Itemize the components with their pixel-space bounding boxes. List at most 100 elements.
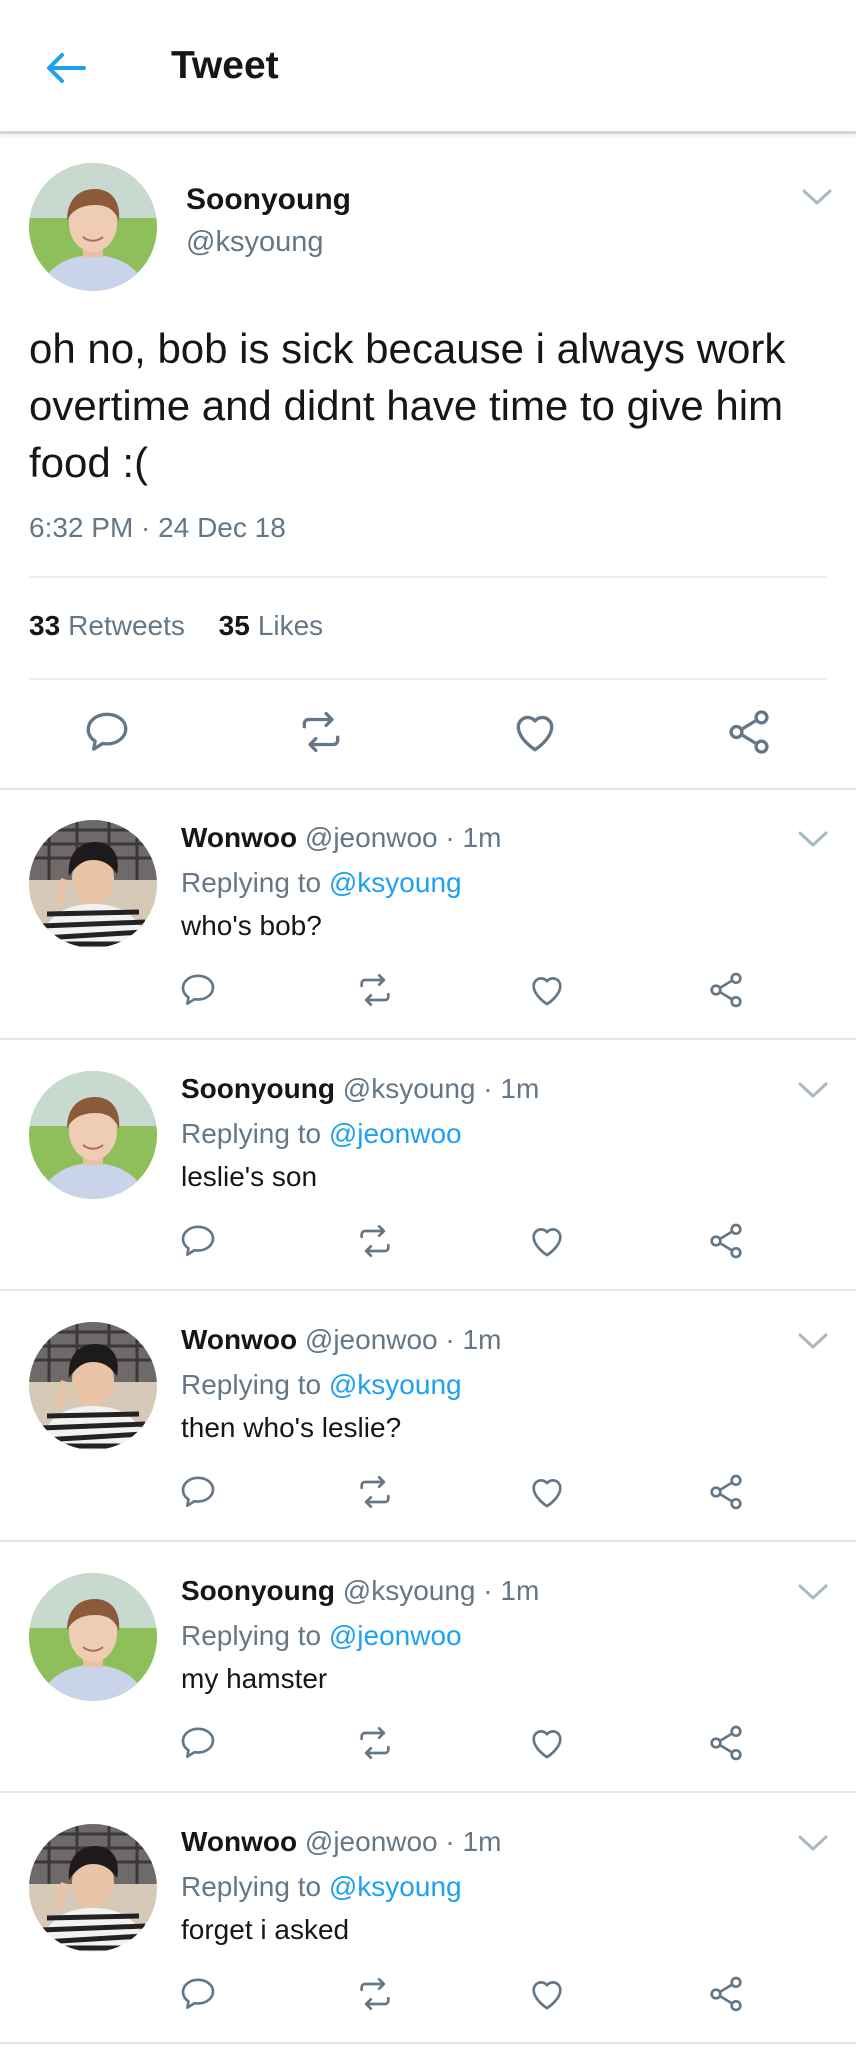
- mention-link[interactable]: @jeonwoo: [329, 1118, 462, 1149]
- mention-link[interactable]: @jeonwoo: [329, 1620, 462, 1651]
- share-icon[interactable]: [706, 1472, 746, 1512]
- reply-header: Wonwoo @jeonwoo · 1m: [181, 1324, 501, 1356]
- author-name[interactable]: Soonyoung: [181, 1575, 335, 1606]
- share-icon[interactable]: [706, 970, 746, 1010]
- reply-icon[interactable]: [178, 970, 218, 1010]
- author-handle[interactable]: @ksyoung: [186, 226, 323, 259]
- reply-header: Wonwoo @jeonwoo · 1m: [181, 1826, 501, 1858]
- divider: [29, 576, 827, 578]
- retweets-count: 33: [29, 610, 61, 641]
- author-name[interactable]: Wonwoo: [181, 1324, 297, 1355]
- author-name[interactable]: Wonwoo: [181, 822, 297, 853]
- avatar[interactable]: [29, 1322, 157, 1450]
- reply-tweet[interactable]: Wonwoo @jeonwoo · 1m Replying to @ksyoun…: [0, 1292, 856, 1542]
- reply-time: 1m: [462, 822, 502, 853]
- separator-dot: ·: [483, 1073, 493, 1104]
- like-icon[interactable]: [510, 707, 560, 757]
- replying-to: Replying to @ksyoung: [181, 867, 462, 899]
- reply-text: my hamster: [181, 1663, 328, 1694]
- share-icon[interactable]: [706, 1221, 746, 1261]
- replying-to: Replying to @ksyoung: [181, 1871, 462, 1903]
- retweet-icon[interactable]: [355, 970, 395, 1010]
- author-name[interactable]: Soonyoung: [181, 1073, 335, 1104]
- replying-to-label: Replying to: [181, 1118, 322, 1149]
- tweet-text: oh no, bob is sick because i always work…: [29, 325, 786, 486]
- retweet-icon[interactable]: [355, 1723, 395, 1763]
- like-icon[interactable]: [527, 970, 567, 1010]
- separator-dot: ·: [445, 822, 455, 853]
- like-icon[interactable]: [527, 1472, 567, 1512]
- chevron-down-icon[interactable]: [796, 1330, 830, 1352]
- like-icon[interactable]: [527, 1723, 567, 1763]
- author-handle[interactable]: @jeonwoo: [305, 1826, 438, 1857]
- reply-tweet[interactable]: Wonwoo @jeonwoo · 1m Replying to @ksyoun…: [0, 1794, 856, 2044]
- author-name[interactable]: Wonwoo: [181, 1826, 297, 1857]
- reply-time: 1m: [462, 1324, 502, 1355]
- divider: [29, 678, 827, 680]
- tweet-timestamp: 6:32 PM · 24 Dec 18: [29, 512, 286, 543]
- avatar[interactable]: [29, 1824, 157, 1952]
- avatar[interactable]: [29, 163, 157, 291]
- reply-icon[interactable]: [178, 1974, 218, 2014]
- mention-link[interactable]: @ksyoung: [329, 1369, 462, 1400]
- reply-time: 1m: [500, 1575, 540, 1606]
- avatar[interactable]: [29, 820, 157, 948]
- reply-tweet[interactable]: Soonyoung @ksyoung · 1m Replying to @jeo…: [0, 1543, 856, 1793]
- likes-label: Likes: [257, 610, 324, 641]
- share-icon[interactable]: [724, 707, 774, 757]
- reply-icon[interactable]: [178, 1221, 218, 1261]
- reply-header: Wonwoo @jeonwoo · 1m: [181, 822, 501, 854]
- chevron-down-icon[interactable]: [796, 1581, 830, 1603]
- tweet-stats: 33 Retweets 35 Likes: [29, 610, 349, 642]
- share-icon[interactable]: [706, 1723, 746, 1763]
- reply-header: Soonyoung @ksyoung · 1m: [181, 1575, 539, 1607]
- like-icon[interactable]: [527, 1221, 567, 1261]
- retweet-icon[interactable]: [355, 1221, 395, 1261]
- reply-time: 1m: [462, 1826, 502, 1857]
- retweet-icon[interactable]: [355, 1974, 395, 2014]
- reply-text: who's bob?: [181, 910, 322, 941]
- mention-link[interactable]: @ksyoung: [329, 1871, 462, 1902]
- reply-icon[interactable]: [178, 1472, 218, 1512]
- like-icon[interactable]: [527, 1974, 567, 2014]
- reply-icon[interactable]: [82, 707, 132, 757]
- author-handle[interactable]: @ksyoung: [343, 1073, 476, 1104]
- reply-text: then who's leslie?: [181, 1412, 402, 1443]
- replying-to-label: Replying to: [181, 867, 322, 898]
- reply-header: Soonyoung @ksyoung · 1m: [181, 1073, 539, 1105]
- separator-dot: ·: [483, 1575, 493, 1606]
- replying-to-label: Replying to: [181, 1369, 322, 1400]
- reply-tweet[interactable]: Wonwoo @jeonwoo · 1m Replying to @ksyoun…: [0, 790, 856, 1040]
- author-handle[interactable]: @jeonwoo: [305, 822, 438, 853]
- replying-to: Replying to @jeonwoo: [181, 1620, 462, 1652]
- replying-to-label: Replying to: [181, 1620, 322, 1651]
- top-app-bar: Tweet: [0, 0, 856, 134]
- reply-icon[interactable]: [178, 1723, 218, 1763]
- back-arrow-icon[interactable]: [40, 42, 92, 94]
- reply-text: forget i asked: [181, 1914, 350, 1945]
- author-handle[interactable]: @jeonwoo: [305, 1324, 438, 1355]
- reply-tweet[interactable]: Soonyoung @ksyoung · 1m Replying to @jeo…: [0, 1041, 856, 1291]
- mention-link[interactable]: @ksyoung: [329, 867, 462, 898]
- chevron-down-icon[interactable]: [796, 1832, 830, 1854]
- retweet-icon[interactable]: [355, 1472, 395, 1512]
- chevron-down-icon[interactable]: [800, 186, 834, 208]
- avatar[interactable]: [29, 1071, 157, 1199]
- page-title: Tweet: [171, 44, 279, 87]
- reply-time: 1m: [500, 1073, 540, 1104]
- retweet-icon[interactable]: [296, 707, 346, 757]
- author-handle[interactable]: @ksyoung: [343, 1575, 476, 1606]
- likes-stat[interactable]: 35 Likes: [219, 610, 324, 641]
- avatar[interactable]: [29, 1573, 157, 1701]
- reply-text: leslie's son: [181, 1161, 318, 1192]
- replying-to-label: Replying to: [181, 1871, 322, 1902]
- separator-dot: ·: [445, 1324, 455, 1355]
- replying-to: Replying to @jeonwoo: [181, 1118, 462, 1150]
- chevron-down-icon[interactable]: [796, 828, 830, 850]
- author-name[interactable]: Soonyoung: [186, 183, 351, 217]
- separator-dot: ·: [445, 1826, 455, 1857]
- share-icon[interactable]: [706, 1974, 746, 2014]
- retweets-label: Retweets: [68, 610, 185, 641]
- chevron-down-icon[interactable]: [796, 1079, 830, 1101]
- retweets-stat[interactable]: 33 Retweets: [29, 610, 193, 641]
